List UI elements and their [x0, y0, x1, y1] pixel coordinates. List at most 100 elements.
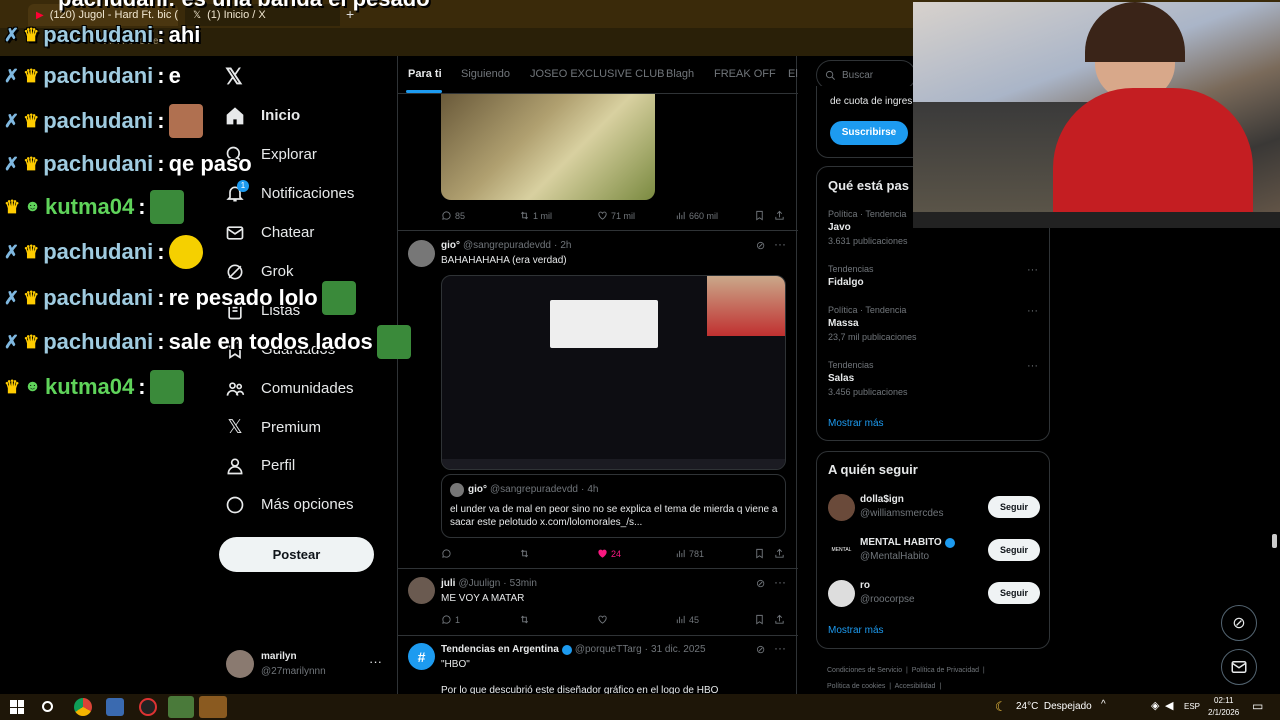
- avatar[interactable]: [408, 240, 435, 267]
- footer-link[interactable]: Política de cookies: [827, 683, 885, 690]
- clock-date[interactable]: 2/1/2026: [1208, 708, 1239, 717]
- tweet-time[interactable]: 31 dic. 2025: [651, 644, 706, 655]
- chat-message: ♛ ☻ kutma04:: [4, 190, 184, 224]
- follow-suggestion[interactable]: dolla$ign @williamsmercdes Seguir: [828, 492, 1042, 524]
- repost-button[interactable]: [519, 548, 533, 559]
- chrome-icon[interactable]: [74, 698, 92, 716]
- start-icon[interactable]: [10, 700, 24, 714]
- show-more-link[interactable]: Mostrar más: [828, 418, 884, 429]
- views-button[interactable]: 660 mil: [675, 210, 718, 221]
- repost-button[interactable]: [519, 614, 533, 625]
- hashtag-avatar[interactable]: #: [408, 643, 435, 670]
- views-button[interactable]: 45: [675, 614, 699, 625]
- footer-link[interactable]: Condiciones de Servicio: [827, 667, 902, 674]
- volume-icon[interactable]: ◀: [1165, 699, 1173, 712]
- app-icon[interactable]: [199, 696, 227, 718]
- tray-chevron-icon[interactable]: ^: [1101, 699, 1106, 710]
- follow-suggestion[interactable]: MENTAL MENTAL HABITO @MentalHabito Segui…: [828, 535, 1042, 567]
- tab-joseo-exclusive-club[interactable]: JOSEO EXCLUSIVE CLUB: [530, 68, 665, 80]
- bookmark-button[interactable]: [754, 210, 765, 221]
- more-icon[interactable]: ···: [774, 641, 786, 655]
- tweet-time[interactable]: 2h: [560, 240, 571, 251]
- follow-button[interactable]: Seguir: [988, 539, 1040, 561]
- trend-more-icon[interactable]: ···: [1027, 305, 1038, 317]
- tweet-time[interactable]: 53min: [510, 578, 537, 589]
- reply-button[interactable]: 85: [441, 210, 465, 221]
- views-button[interactable]: 781: [675, 548, 704, 559]
- tweet-image[interactable]: [441, 94, 655, 200]
- x-logo-icon[interactable]: 𝕏: [225, 64, 243, 90]
- grok-float-button[interactable]: ⊘: [1221, 605, 1257, 641]
- share-button[interactable]: [774, 210, 785, 221]
- webcam-overlay: [913, 2, 1280, 228]
- tweet-text: BAHAHAHAHA (era verdad): [441, 255, 567, 266]
- tab-blagh[interactable]: Blagh: [666, 68, 694, 80]
- language-indicator[interactable]: ESP: [1184, 702, 1200, 711]
- subscribe-button[interactable]: Suscribirse: [830, 121, 908, 145]
- post-button[interactable]: Postear: [219, 537, 374, 572]
- trend-item[interactable]: Tendencias Salas 3.456 publicaciones: [828, 360, 1042, 397]
- tab-freak-off[interactable]: FREAK OFF: [714, 68, 776, 80]
- avatar: [828, 580, 855, 607]
- like-button[interactable]: 24: [597, 548, 621, 559]
- nav-comunidades[interactable]: Comunidades: [215, 369, 354, 408]
- tab-para-ti[interactable]: Para ti: [408, 68, 442, 80]
- avatar[interactable]: [408, 577, 435, 604]
- network-icon[interactable]: ◈: [1151, 699, 1159, 712]
- chat-text: qe paso: [168, 151, 252, 176]
- grok-icon[interactable]: ⊘: [756, 643, 765, 656]
- weather-text[interactable]: 24°C Despejado: [1016, 701, 1092, 712]
- notification-center-icon[interactable]: ▭: [1252, 699, 1263, 713]
- share-button[interactable]: [774, 548, 785, 559]
- trend-item[interactable]: Política · Tendencia Massa 23,7 mil publ…: [828, 305, 1042, 342]
- nav-premium[interactable]: 𝕏 Premium: [215, 408, 321, 447]
- repost-button[interactable]: 1 mil: [519, 210, 552, 221]
- follow-suggestion[interactable]: ro @roocorpse Seguir: [828, 578, 1042, 610]
- tweet-author-handle[interactable]: @Juulign: [458, 578, 500, 589]
- notification-badge: 1: [237, 180, 249, 192]
- tweet-author-handle[interactable]: @sangrepuradevdd: [463, 240, 551, 251]
- messages-float-button[interactable]: [1221, 649, 1257, 685]
- search-circle-icon[interactable]: [42, 701, 53, 712]
- app-icon[interactable]: [139, 698, 157, 716]
- reply-button[interactable]: [441, 548, 455, 559]
- tweet-author-name[interactable]: gio°: [441, 240, 460, 251]
- app-icon[interactable]: [106, 698, 124, 716]
- tweet-media-screenshot[interactable]: [441, 275, 786, 470]
- chrome-icon[interactable]: [168, 696, 194, 718]
- follow-button[interactable]: Seguir: [988, 496, 1040, 518]
- trend-more-icon[interactable]: ···: [1027, 360, 1038, 372]
- footer-link[interactable]: Política de Privacidad: [912, 667, 979, 674]
- trend-item[interactable]: Tendencias Fidalgo: [828, 264, 1042, 288]
- scrollbar-thumb[interactable]: [1272, 534, 1277, 548]
- like-button[interactable]: 71 mil: [597, 210, 635, 221]
- nav-mas-opciones[interactable]: Más opciones: [215, 485, 354, 524]
- tab-el[interactable]: El: [788, 68, 798, 80]
- nav-chatear[interactable]: Chatear: [215, 213, 314, 252]
- clock-time[interactable]: 02:11: [1214, 696, 1233, 705]
- bookmark-button[interactable]: [754, 614, 765, 625]
- tab-siguiendo[interactable]: Siguiendo: [461, 68, 510, 80]
- chat-username: pachudani: [43, 151, 154, 176]
- trend-more-icon[interactable]: ···: [1027, 264, 1038, 276]
- share-button[interactable]: [774, 614, 785, 625]
- nav-perfil[interactable]: Perfil: [215, 446, 295, 485]
- nav-inicio[interactable]: Inicio: [215, 96, 300, 135]
- like-button[interactable]: [597, 614, 611, 625]
- more-icon[interactable]: ···: [774, 575, 786, 589]
- more-icon[interactable]: ···: [774, 237, 786, 251]
- tweet-author-name[interactable]: Tendencias en Argentina: [441, 644, 559, 655]
- quote-tweet[interactable]: gio° @sangrepuradevdd · 4h el under va d…: [441, 474, 786, 538]
- bookmark-button[interactable]: [754, 548, 765, 559]
- grok-icon[interactable]: ⊘: [756, 577, 765, 590]
- tweet-author-handle[interactable]: @porqueTTarg: [575, 644, 642, 655]
- nav-notificaciones[interactable]: Notificaciones: [215, 174, 354, 213]
- follow-button[interactable]: Seguir: [988, 582, 1040, 604]
- show-more-link[interactable]: Mostrar más: [828, 625, 884, 636]
- reply-button[interactable]: 1: [441, 614, 460, 625]
- tweet-author-name[interactable]: juli: [441, 578, 455, 589]
- account-switcher[interactable]: marilyn @27marilynnn ···: [225, 646, 395, 684]
- webcam-keyboard: [913, 212, 1280, 228]
- footer-link[interactable]: Accesibilidad: [895, 683, 936, 690]
- grok-icon[interactable]: ⊘: [756, 239, 765, 252]
